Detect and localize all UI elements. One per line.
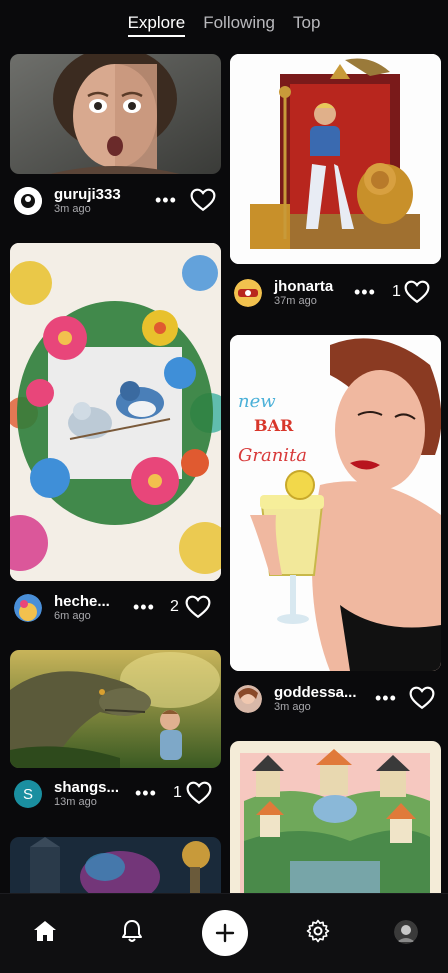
profile-avatar[interactable] [394,920,418,944]
user-avatar[interactable] [234,685,262,713]
like-count: 1 [173,784,182,801]
post-meta: S shangs... 13m ago ••• 1 [10,775,221,815]
feed-tabs: Explore Following Top [0,0,448,46]
more-options-icon[interactable]: ••• [354,282,376,303]
neon-sign-bar: BAR [254,416,294,435]
post-time: 13m ago [54,796,97,808]
post-card [230,741,441,893]
post-image[interactable]: new BAR Granita [230,335,441,671]
like-count: 2 [170,598,179,615]
heart-icon[interactable] [404,280,430,304]
post-time: 37m ago [274,295,317,307]
post-meta: guruji333 3m ago ••• [10,182,221,222]
post-meta: jhonarta 37m ago ••• 1 [230,274,441,314]
tab-explore[interactable]: Explore [127,13,186,37]
post-image[interactable] [230,54,441,264]
post-card: heche... 6m ago ••• 2 [10,243,221,622]
more-options-icon[interactable]: ••• [135,783,157,804]
post-meta: heche... 6m ago ••• 2 [10,589,221,629]
post-time: 6m ago [54,610,91,622]
bell-icon[interactable] [117,916,147,946]
post-card: S shangs... 13m ago ••• 1 [10,650,221,808]
post-card: new BAR Granita goddessa... 3m ago ••• [230,335,441,713]
post-card: guruji333 3m ago ••• [10,54,221,215]
tab-following[interactable]: Following [203,13,275,37]
dinosaur-artwork [10,650,221,768]
user-avatar[interactable] [14,594,42,622]
heart-icon[interactable] [409,686,435,710]
create-post-button[interactable] [202,910,248,956]
home-icon[interactable] [30,916,60,946]
plus-icon [215,923,235,943]
username[interactable]: goddessa... [274,684,357,701]
post-image[interactable] [10,650,221,768]
post-time: 3m ago [274,701,311,713]
username[interactable]: jhonarta [274,278,333,295]
heart-icon[interactable] [186,781,212,805]
face-artwork [10,54,221,174]
username[interactable]: guruji333 [54,186,121,203]
emperor-artwork [230,54,441,264]
username[interactable]: heche... [54,593,110,610]
like-count: 1 [392,283,401,300]
gear-icon[interactable] [303,916,333,946]
post-image[interactable] [10,54,221,174]
village-artwork [230,741,441,893]
user-avatar[interactable] [234,279,262,307]
neon-sign-granita: Granita [238,445,307,466]
heart-icon[interactable] [190,188,216,212]
more-options-icon[interactable]: ••• [375,688,397,709]
tab-top[interactable]: Top [293,13,320,37]
username[interactable]: shangs... [54,779,119,796]
floral-birds-artwork [10,243,221,581]
more-options-icon[interactable]: ••• [155,190,177,211]
post-meta: goddessa... 3m ago ••• [230,680,441,720]
post-image[interactable] [230,741,441,893]
post-card: jhonarta 37m ago ••• 1 [230,54,441,307]
bottom-nav-bar [0,893,448,973]
user-avatar[interactable] [14,187,42,215]
post-image[interactable] [10,837,221,893]
granita-artwork: new BAR Granita [230,335,441,671]
post-time: 3m ago [54,203,91,215]
heart-icon[interactable] [185,595,211,619]
more-options-icon[interactable]: ••• [133,597,155,618]
post-card [10,837,221,893]
user-avatar[interactable]: S [14,780,42,808]
neon-sign-new: new [238,391,276,412]
post-image[interactable] [10,243,221,581]
fantasy-artwork [10,837,221,893]
